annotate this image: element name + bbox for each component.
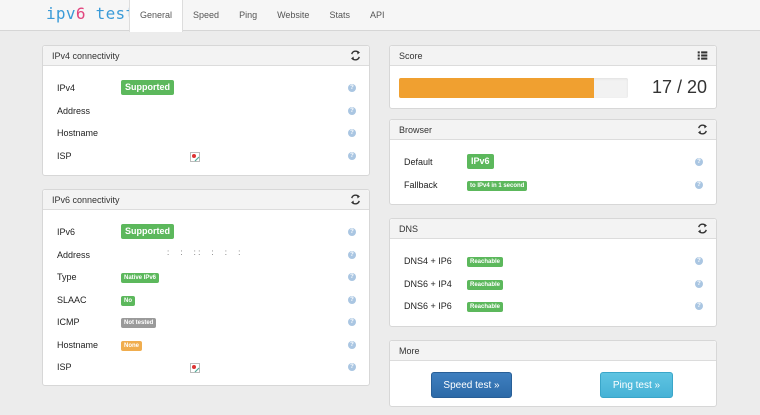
speed-test-button[interactable]: Speed test » [431,372,512,398]
question-icon[interactable]: ? [348,107,356,115]
question-icon[interactable]: ? [348,152,356,160]
refresh-icon[interactable] [697,124,708,135]
main-nav: General Speed Ping Website Stats API [129,0,395,32]
dns6-ip4-label: DNS6 + IP4 [404,279,452,289]
ipv4-row-label: IPv4 [57,83,76,93]
ipv6-address-label: Address [57,250,91,260]
question-icon[interactable]: ? [348,296,356,304]
nav-tab-website[interactable]: Website [267,0,319,31]
question-icon[interactable]: ? [348,251,356,259]
score-progress-bar [399,78,628,98]
browser-panel: Browser Default IPv6 ? Fallback to IPv4 … [389,119,717,205]
nav-tab-api[interactable]: API [360,0,395,31]
question-icon[interactable]: ? [695,257,703,265]
question-icon[interactable]: ? [348,84,356,92]
ipv6-icmp-label: ICMP [57,317,80,327]
more-panel: More Speed test » Ping test » [389,340,717,407]
score-progress-fill [399,78,594,98]
score-panel: Score 17 / 20 [389,45,717,109]
ipv6-hostname-badge: None [121,341,142,351]
logo-part-6: 6 [75,4,86,23]
dns-panel: DNS DNS4 + IP6 Reachable ? DNS6 + IP4 Re… [389,218,717,327]
score-value: 17 / 20 [651,77,707,97]
browser-fallback-badge: to IPv4 in 1 second [467,181,528,191]
refresh-icon[interactable] [697,223,708,234]
more-panel-header: More [390,341,716,361]
ipv4-panel-header: IPv4 connectivity [43,46,369,66]
more-panel-title: More [399,346,420,356]
question-icon[interactable]: ? [348,228,356,236]
broken-image-icon [190,363,200,373]
top-navbar: ipv6 test General Speed Ping Website Sta… [0,0,760,32]
question-icon[interactable]: ? [348,318,356,326]
dns6-ip6-badge: Reachable [467,302,504,312]
dns4-ip6-label: DNS4 + IP6 [404,256,452,266]
score-panel-title: Score [399,51,423,61]
broken-image-icon [190,152,200,162]
question-icon[interactable]: ? [695,302,703,310]
list-icon[interactable] [697,50,708,61]
site-logo[interactable]: ipv6 test [46,4,135,23]
browser-fallback-label: Fallback [404,180,438,190]
browser-panel-title: Browser [399,125,433,135]
dns6-ip6-label: DNS6 + IP6 [404,301,452,311]
ipv6-address-value: : : : : : : : [167,248,241,257]
ipv4-hostname-label: Hostname [57,128,99,138]
ipv6-panel-header: IPv6 connectivity [43,190,369,210]
question-icon[interactable]: ? [348,341,356,349]
question-icon[interactable]: ? [348,363,356,371]
ipv6-slaac-label: SLAAC [57,295,87,305]
ipv6-row-label: IPv6 [57,227,76,237]
question-icon[interactable]: ? [695,280,703,288]
dns6-ip4-badge: Reachable [467,280,504,290]
ping-test-button[interactable]: Ping test » [600,372,673,398]
ipv4-isp-label: ISP [57,151,72,161]
logo-part-test: test [85,4,136,23]
ipv6-slaac-badge: No [121,296,135,306]
nav-tab-general[interactable]: General [129,0,184,32]
nav-tab-ping[interactable]: Ping [229,0,267,31]
browser-default-badge: IPv6 [467,154,494,169]
ipv6-panel: IPv6 connectivity IPv6 Supported ? Addre… [42,189,370,386]
logo-part-ipv: ipv [46,4,76,23]
ipv6-isp-label: ISP [57,362,72,372]
nav-tab-speed[interactable]: Speed [183,0,229,31]
browser-default-label: Default [404,157,433,167]
question-icon[interactable]: ? [348,273,356,281]
ipv6-hostname-label: Hostname [57,340,99,350]
question-icon[interactable]: ? [695,158,703,166]
nav-tab-stats[interactable]: Stats [319,0,360,31]
ipv4-panel: IPv4 connectivity IPv4 Supported ? Addre… [42,45,370,176]
ipv4-panel-title: IPv4 connectivity [52,51,120,61]
ipv6-supported-badge: Supported [121,224,174,239]
dns-panel-title: DNS [399,224,419,234]
ipv6-panel-title: IPv6 connectivity [52,195,120,205]
dns4-ip6-badge: Reachable [467,257,504,267]
browser-panel-header: Browser [390,120,716,140]
score-panel-header: Score [390,46,716,66]
refresh-icon[interactable] [350,194,361,205]
question-icon[interactable]: ? [695,181,703,189]
ipv4-address-label: Address [57,106,91,116]
ipv6-type-badge: Native IPv6 [121,273,160,283]
ipv6-type-label: Type [57,272,77,282]
refresh-icon[interactable] [350,50,361,61]
ipv4-supported-badge: Supported [121,80,174,95]
ipv6-icmp-badge: Not tested [121,318,157,328]
dns-panel-header: DNS [390,219,716,239]
question-icon[interactable]: ? [348,129,356,137]
